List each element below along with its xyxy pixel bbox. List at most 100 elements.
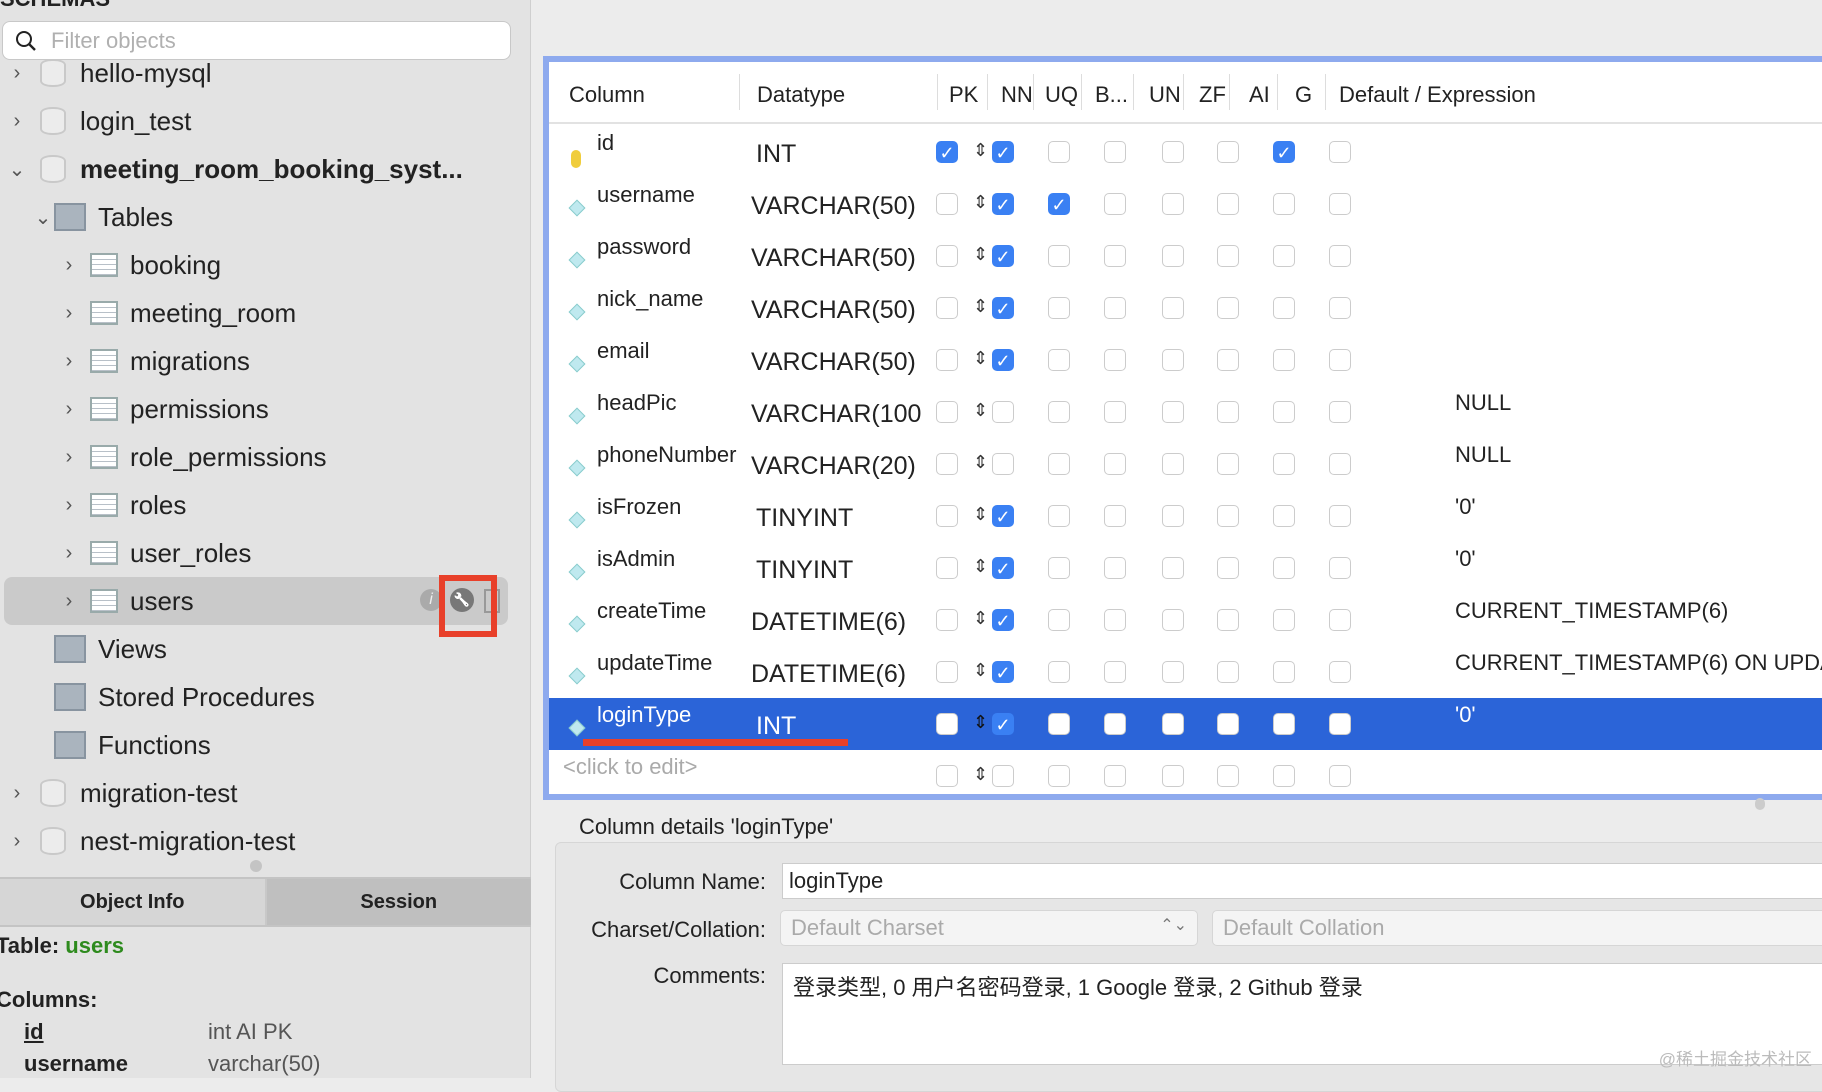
chevron-right-icon[interactable]: › xyxy=(60,254,78,277)
flag-checkbox-g[interactable] xyxy=(1329,765,1351,787)
flag-checkbox-b[interactable] xyxy=(1104,349,1126,371)
column-row[interactable]: isAdmin TINYINT '0' ⇕ ✓ xyxy=(549,542,1822,594)
flag-checkbox-un[interactable] xyxy=(1162,765,1184,787)
flag-checkbox-pk[interactable] xyxy=(936,349,958,371)
tree-item-users[interactable]: › users i 🔧 xyxy=(4,577,508,625)
flag-checkbox-nn[interactable] xyxy=(992,401,1014,423)
flag-checkbox-g[interactable] xyxy=(1329,453,1351,475)
chevron-right-icon[interactable]: › xyxy=(60,302,78,325)
column-name[interactable]: updateTime xyxy=(597,650,712,676)
column-datatype[interactable]: VARCHAR(50) xyxy=(751,296,916,325)
flag-checkbox-ai[interactable] xyxy=(1273,401,1295,423)
flag-checkbox-ai[interactable] xyxy=(1273,193,1295,215)
flag-checkbox-nn[interactable]: ✓ xyxy=(992,505,1014,527)
flag-checkbox-pk[interactable] xyxy=(936,713,958,735)
click-to-edit[interactable]: <click to edit> xyxy=(563,754,698,780)
column-name[interactable]: nick_name xyxy=(597,286,703,312)
new-column-row[interactable]: <click to edit> ⇕ xyxy=(549,750,1822,794)
flag-checkbox-nn[interactable]: ✓ xyxy=(992,557,1014,579)
column-default[interactable]: CURRENT_TIMESTAMP(6) ON UPDA xyxy=(1455,650,1822,676)
flag-checkbox-pk[interactable] xyxy=(936,245,958,267)
header-separator[interactable] xyxy=(1277,74,1278,110)
datatype-stepper-icon[interactable]: ⇕ xyxy=(973,764,988,785)
flag-checkbox-ai[interactable] xyxy=(1273,453,1295,475)
header-separator[interactable] xyxy=(1081,74,1082,110)
chevron-right-icon[interactable]: › xyxy=(60,494,78,517)
column-datatype[interactable]: VARCHAR(50) xyxy=(751,244,916,273)
flag-checkbox-nn[interactable] xyxy=(992,765,1014,787)
column-default[interactable]: '0' xyxy=(1455,546,1476,572)
header-separator[interactable] xyxy=(1325,74,1326,110)
flag-checkbox-zf[interactable] xyxy=(1217,245,1239,267)
flag-checkbox-un[interactable] xyxy=(1162,505,1184,527)
flag-checkbox-uq[interactable] xyxy=(1048,557,1070,579)
flag-checkbox-b[interactable] xyxy=(1104,505,1126,527)
flag-checkbox-ai[interactable] xyxy=(1273,713,1295,735)
chevron-right-icon[interactable]: › xyxy=(60,398,78,421)
flag-checkbox-uq[interactable] xyxy=(1048,245,1070,267)
chevron-right-icon[interactable]: › xyxy=(60,446,78,469)
tree-item-meeting-room-booking-syst-[interactable]: ⌄ meeting_room_booking_syst... xyxy=(0,145,531,193)
flag-checkbox-uq[interactable] xyxy=(1048,713,1070,735)
flag-checkbox-ai[interactable] xyxy=(1273,609,1295,631)
datatype-stepper-icon[interactable]: ⇕ xyxy=(973,712,988,733)
flag-checkbox-zf[interactable] xyxy=(1217,401,1239,423)
column-row[interactable]: createTime DATETIME(6) CURRENT_TIMESTAMP(6… xyxy=(549,594,1822,646)
tree-item-role-permissions[interactable]: › role_permissions xyxy=(0,433,531,481)
flag-checkbox-b[interactable] xyxy=(1104,713,1126,735)
chevron-down-icon[interactable]: ⌄ xyxy=(34,205,52,230)
flag-checkbox-uq[interactable] xyxy=(1048,505,1070,527)
flag-checkbox-nn[interactable] xyxy=(992,453,1014,475)
column-row[interactable]: phoneNumber VARCHAR(20) NULL ⇕ xyxy=(549,438,1822,490)
col-header-un[interactable]: UN xyxy=(1149,82,1181,108)
column-row[interactable]: isFrozen TINYINT '0' ⇕ ✓ xyxy=(549,490,1822,542)
tree-item-meeting-room[interactable]: › meeting_room xyxy=(0,289,531,337)
header-separator[interactable] xyxy=(1183,74,1184,110)
flag-checkbox-g[interactable] xyxy=(1329,193,1351,215)
flag-checkbox-zf[interactable] xyxy=(1217,453,1239,475)
flag-checkbox-nn[interactable]: ✓ xyxy=(992,193,1014,215)
flag-checkbox-ai[interactable] xyxy=(1273,505,1295,527)
collation-select[interactable]: Default Collation xyxy=(1212,910,1822,946)
col-header-default-expression[interactable]: Default / Expression xyxy=(1339,82,1536,108)
flag-checkbox-uq[interactable] xyxy=(1048,609,1070,631)
col-header-ai[interactable]: AI xyxy=(1249,82,1270,108)
chevron-right-icon[interactable]: › xyxy=(8,110,26,133)
column-datatype[interactable]: VARCHAR(100 xyxy=(751,400,921,429)
col-header-column[interactable]: Column xyxy=(569,82,645,108)
header-separator[interactable] xyxy=(1229,74,1230,110)
flag-checkbox-un[interactable] xyxy=(1162,401,1184,423)
tree-item-permissions[interactable]: › permissions xyxy=(0,385,531,433)
flag-checkbox-un[interactable] xyxy=(1162,245,1184,267)
column-datatype[interactable]: INT xyxy=(756,712,796,741)
tree-item-nest-migration-test[interactable]: › nest-migration-test xyxy=(0,817,531,861)
datatype-stepper-icon[interactable]: ⇕ xyxy=(973,608,988,629)
flag-checkbox-pk[interactable] xyxy=(936,401,958,423)
flag-checkbox-un[interactable] xyxy=(1162,349,1184,371)
datatype-stepper-icon[interactable]: ⇕ xyxy=(973,400,988,421)
column-name[interactable]: username xyxy=(597,182,695,208)
column-datatype[interactable]: VARCHAR(50) xyxy=(751,192,916,221)
tree-item-login-test[interactable]: › login_test xyxy=(0,97,531,145)
datatype-stepper-icon[interactable]: ⇕ xyxy=(973,348,988,369)
flag-checkbox-b[interactable] xyxy=(1104,661,1126,683)
column-datatype[interactable]: TINYINT xyxy=(756,556,853,585)
flag-checkbox-nn[interactable]: ✓ xyxy=(992,349,1014,371)
flag-checkbox-pk[interactable] xyxy=(936,609,958,631)
flag-checkbox-uq[interactable] xyxy=(1048,349,1070,371)
datatype-stepper-icon[interactable]: ⇕ xyxy=(973,504,988,525)
column-datatype[interactable]: DATETIME(6) xyxy=(751,660,906,689)
flag-checkbox-pk[interactable] xyxy=(936,453,958,475)
column-name[interactable]: isFrozen xyxy=(597,494,681,520)
header-separator[interactable] xyxy=(739,74,740,110)
column-name[interactable]: email xyxy=(597,338,650,364)
filter-objects-input[interactable]: Filter objects xyxy=(2,21,511,60)
chevron-right-icon[interactable]: › xyxy=(60,542,78,565)
column-name[interactable]: phoneNumber xyxy=(597,442,736,468)
flag-checkbox-un[interactable] xyxy=(1162,453,1184,475)
flag-checkbox-pk[interactable]: ✓ xyxy=(936,141,958,163)
column-datatype[interactable]: VARCHAR(20) xyxy=(751,452,916,481)
splitter-handle[interactable] xyxy=(1755,798,1765,810)
header-separator[interactable] xyxy=(1133,74,1134,110)
resize-handle[interactable] xyxy=(250,860,262,872)
